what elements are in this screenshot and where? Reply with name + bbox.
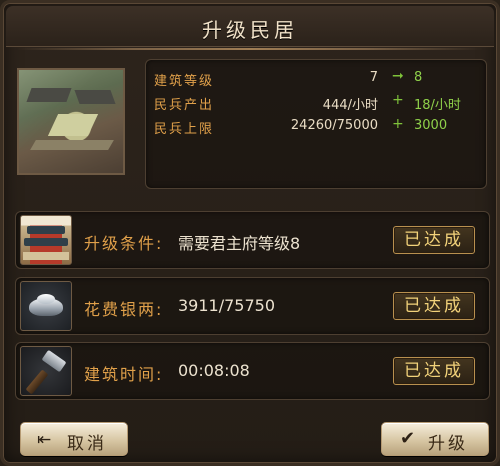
roof-shape	[26, 88, 72, 102]
base-shape	[23, 252, 69, 260]
stat-label: 民兵上限	[154, 122, 215, 137]
stat-row-level: 建筑等级 7 ➞ 8	[146, 68, 486, 90]
wall-shape	[30, 140, 114, 150]
stat-row-limit: 民兵上限 24260/75000 + 3000	[146, 116, 486, 138]
roof-shape	[74, 90, 116, 104]
stat-row-output: 民兵产出 444/小时 + 18/小时	[146, 92, 486, 114]
requirement-value: 需要君主府等级8	[178, 234, 301, 253]
roof-shape	[24, 238, 68, 246]
requirement-row-time: 建筑时间: 00:08:08 已达成	[15, 342, 490, 400]
hammer-handle-shape	[25, 369, 49, 395]
stat-next: 18/小时	[414, 98, 461, 113]
upgrade-dialog: 升级民居 建筑等级 7 ➞ 8 民兵产出 444/小时 + 18/小时 民兵上限…	[0, 0, 500, 466]
roof-shape	[27, 226, 65, 234]
exit-arrow-icon: ⇤	[37, 430, 55, 450]
hammer-head-shape	[41, 349, 67, 373]
requirement-row-condition: 升级条件: 需要君主府等级8 已达成	[15, 211, 490, 269]
requirement-label: 建筑时间:	[84, 365, 164, 384]
hammer-icon	[20, 346, 72, 396]
stat-current: 444/小时	[322, 98, 378, 113]
building-image	[17, 68, 125, 175]
arrow-right-icon: ➞	[392, 68, 404, 84]
requirement-label: 升级条件:	[84, 234, 164, 253]
requirement-label: 花费银两:	[84, 300, 164, 319]
stat-label: 民兵产出	[154, 98, 215, 113]
dialog-title: 升级民居	[202, 18, 298, 42]
status-achieved-button[interactable]: 已达成	[393, 357, 475, 385]
requirement-row-silver: 花费银两: 3911/75750 已达成	[15, 277, 490, 335]
cancel-button[interactable]: ⇤ 取消	[20, 422, 128, 456]
plus-icon: +	[392, 116, 404, 132]
upgrade-label: 升级	[428, 434, 468, 454]
title-bar: 升级民居	[6, 6, 494, 47]
cancel-label: 取消	[67, 434, 107, 454]
stat-next: 8	[414, 70, 423, 85]
status-achieved-button[interactable]: 已达成	[393, 226, 475, 254]
checkmark-icon: ✔	[400, 428, 419, 449]
silver-ingot-icon	[20, 281, 72, 331]
plus-icon: +	[392, 92, 404, 108]
requirement-value: 3911/75750	[178, 296, 276, 315]
upgrade-button[interactable]: ✔ 升级	[381, 422, 489, 456]
palace-icon	[20, 215, 72, 265]
stat-current: 24260/75000	[290, 118, 378, 133]
stat-label: 建筑等级	[154, 74, 215, 89]
stats-panel: 建筑等级 7 ➞ 8 民兵产出 444/小时 + 18/小时 民兵上限 2426…	[145, 59, 487, 189]
courtyard-shape	[47, 114, 99, 136]
status-achieved-button[interactable]: 已达成	[393, 292, 475, 320]
title-divider	[17, 48, 483, 50]
stat-next: 3000	[414, 118, 448, 133]
requirement-value: 00:08:08	[178, 361, 250, 380]
stat-current: 7	[369, 70, 378, 85]
ingot-top-shape	[37, 294, 55, 304]
